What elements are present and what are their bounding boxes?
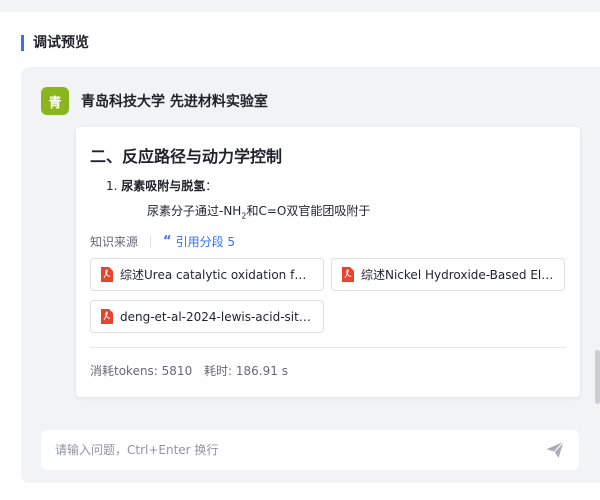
paragraph-before: 尿素分子通过-NH — [147, 204, 242, 218]
citation-link[interactable]: “ 引用分段 5 — [163, 233, 235, 250]
avatar: 青 — [41, 87, 69, 115]
bot-header: 青 青岛科技大学 先进材料实验室 — [41, 87, 268, 115]
source-file-name: deng-et-al-2024-lewis-acid-site-promoted… — [120, 309, 313, 324]
question-input[interactable] — [55, 443, 545, 457]
question-input-box — [41, 430, 579, 470]
list-number: 1. — [106, 179, 118, 193]
source-file-name: 综述Nickel Hydroxide-Based Electrocatalyst… — [361, 268, 554, 282]
tokens-stat: 消耗tokens: 5810 — [90, 364, 193, 378]
list-item-suffix: ： — [205, 179, 218, 193]
answer-paragraph: 尿素分子通过-NH2和C=O双官能团吸附于 — [147, 202, 370, 220]
citation-label: 引用分段 5 — [175, 235, 236, 249]
divider — [90, 347, 566, 348]
usage-stats: 消耗tokens: 5810 耗时: 186.91 s — [90, 362, 296, 379]
knowledge-source-row: 知识来源 “ 引用分段 5 — [90, 233, 235, 250]
answer-card: 二、反应路径与动力学控制 1. 尿素吸附与脱氢： 尿素分子通过-NH2和C=O双… — [76, 127, 580, 397]
send-icon[interactable] — [545, 440, 565, 460]
pdf-icon — [342, 267, 354, 282]
source-file-1[interactable]: 综述Urea catalytic oxidation for energy an… — [90, 258, 324, 291]
paragraph-after: 和C=O双官能团吸附于 — [246, 204, 371, 218]
pdf-icon — [101, 267, 113, 282]
source-file-name: 综述Urea catalytic oxidation for energy an… — [120, 268, 313, 282]
quote-icon: “ — [163, 234, 172, 249]
section-title: 调试预览 — [21, 35, 89, 51]
preview-panel: 青 青岛科技大学 先进材料实验室 二、反应路径与动力学控制 1. 尿素吸附与脱氢… — [21, 67, 600, 483]
top-bar — [0, 0, 600, 12]
list-item: 1. 尿素吸附与脱氢： — [106, 177, 217, 194]
pdf-icon — [101, 309, 113, 324]
bot-name: 青岛科技大学 先进材料实验室 — [81, 94, 268, 110]
answer-heading: 二、反应路径与动力学控制 — [90, 147, 283, 166]
scrollbar[interactable] — [595, 350, 600, 404]
list-item-bold: 尿素吸附与脱氢 — [121, 179, 206, 193]
knowledge-source-label: 知识来源 — [90, 235, 139, 249]
source-file-3[interactable]: deng-et-al-2024-lewis-acid-site-promoted… — [90, 300, 324, 333]
divider — [150, 235, 152, 248]
time-stat: 耗时: 186.91 s — [204, 364, 288, 378]
source-file-2[interactable]: 综述Nickel Hydroxide-Based Electrocatalyst… — [331, 258, 565, 291]
